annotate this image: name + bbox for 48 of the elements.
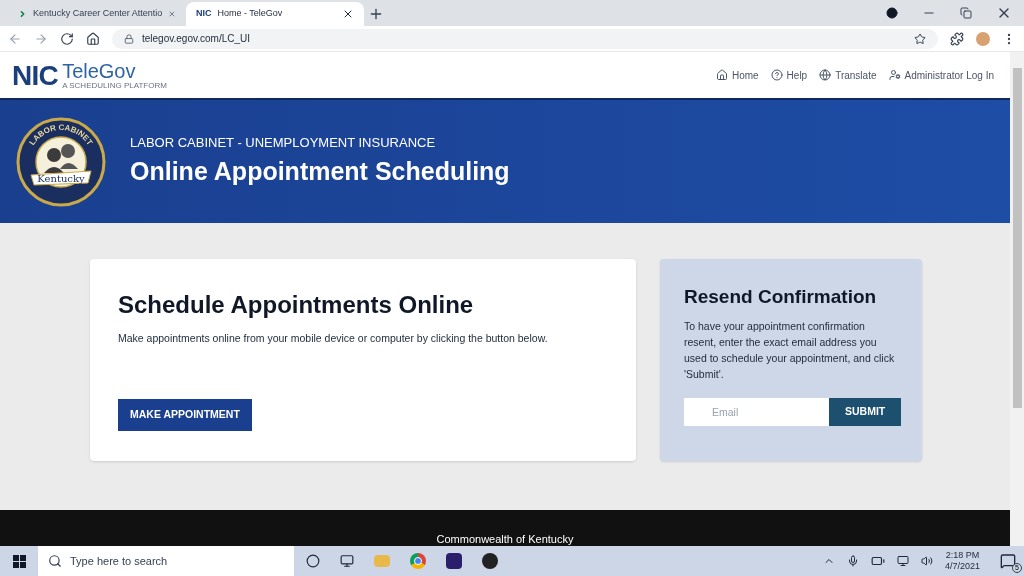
scrollbar[interactable] (1010, 52, 1024, 546)
card-title: Resend Confirmation (684, 285, 878, 309)
restore-icon[interactable] (960, 7, 972, 19)
make-appointment-button[interactable]: MAKE APPOINTMENT (118, 398, 252, 431)
task-view-icon[interactable] (340, 554, 354, 568)
card-text: To have your appointment confirmation resent, enter the exact email address you used to schedule your appointment, and click 'Submit'. (684, 318, 896, 382)
network-icon[interactable] (896, 555, 909, 567)
banner-title: Online Appointment Scheduling (130, 155, 510, 187)
notifications-icon[interactable] (1000, 553, 1016, 569)
url-text: telegov.egov.com/LC_UI (142, 32, 251, 46)
globe-icon (819, 69, 832, 81)
card-title: Schedule Appointments Online (118, 290, 475, 320)
tab-favicon: NIC (196, 7, 212, 21)
footer-text: Commonwealth of Kentucky (436, 533, 574, 546)
clock[interactable]: 2:18 PM 4/7/2021 (944, 550, 980, 572)
app-icon[interactable] (446, 553, 462, 569)
nav-link[interactable]: Help (770, 67, 808, 83)
help-icon (770, 69, 783, 81)
chrome-icon[interactable] (410, 553, 426, 569)
search-icon (48, 554, 62, 568)
user-icon (888, 69, 901, 81)
banner-subtitle: LABOR CABINET - UNEMPLOYMENT INSURANCE (130, 134, 437, 152)
email-field[interactable]: Email (684, 397, 829, 426)
address-bar[interactable]: telegov.egov.com/LC_UI (112, 28, 938, 49)
home-icon (715, 69, 728, 81)
volume-icon[interactable] (920, 555, 933, 567)
microphone-icon[interactable] (846, 555, 859, 567)
tab-title: Home - TeleGov (217, 7, 284, 21)
nav-link[interactable]: Home (715, 67, 759, 83)
cortana-icon[interactable] (306, 554, 320, 568)
extensions-icon[interactable] (950, 31, 964, 46)
reload-icon[interactable] (60, 31, 74, 46)
browser-tab[interactable]: Kentucky Career Center Attentio (8, 2, 186, 26)
taskbar-search-field[interactable]: Type here to search (38, 546, 294, 576)
tab-title: Kentucky Career Center Attentio (33, 7, 163, 21)
close-icon[interactable] (342, 8, 354, 20)
lock-icon (124, 33, 134, 44)
app-icon[interactable] (482, 553, 498, 569)
home-icon[interactable] (86, 31, 100, 46)
new-tab-icon[interactable] (368, 6, 384, 22)
nav-link[interactable]: Translate (819, 67, 877, 83)
profile-menu-icon[interactable] (886, 7, 898, 19)
battery-icon[interactable] (870, 554, 885, 568)
submit-button[interactable]: SUBMIT (829, 397, 902, 426)
card-text: Make appointments online from your mobile device or computer by clicking the button below. (118, 331, 549, 346)
star-icon[interactable] (914, 32, 926, 45)
browser-tab[interactable]: NIC Home - TeleGov (186, 2, 364, 26)
nav-link[interactable]: Administrator Log In (888, 67, 994, 83)
